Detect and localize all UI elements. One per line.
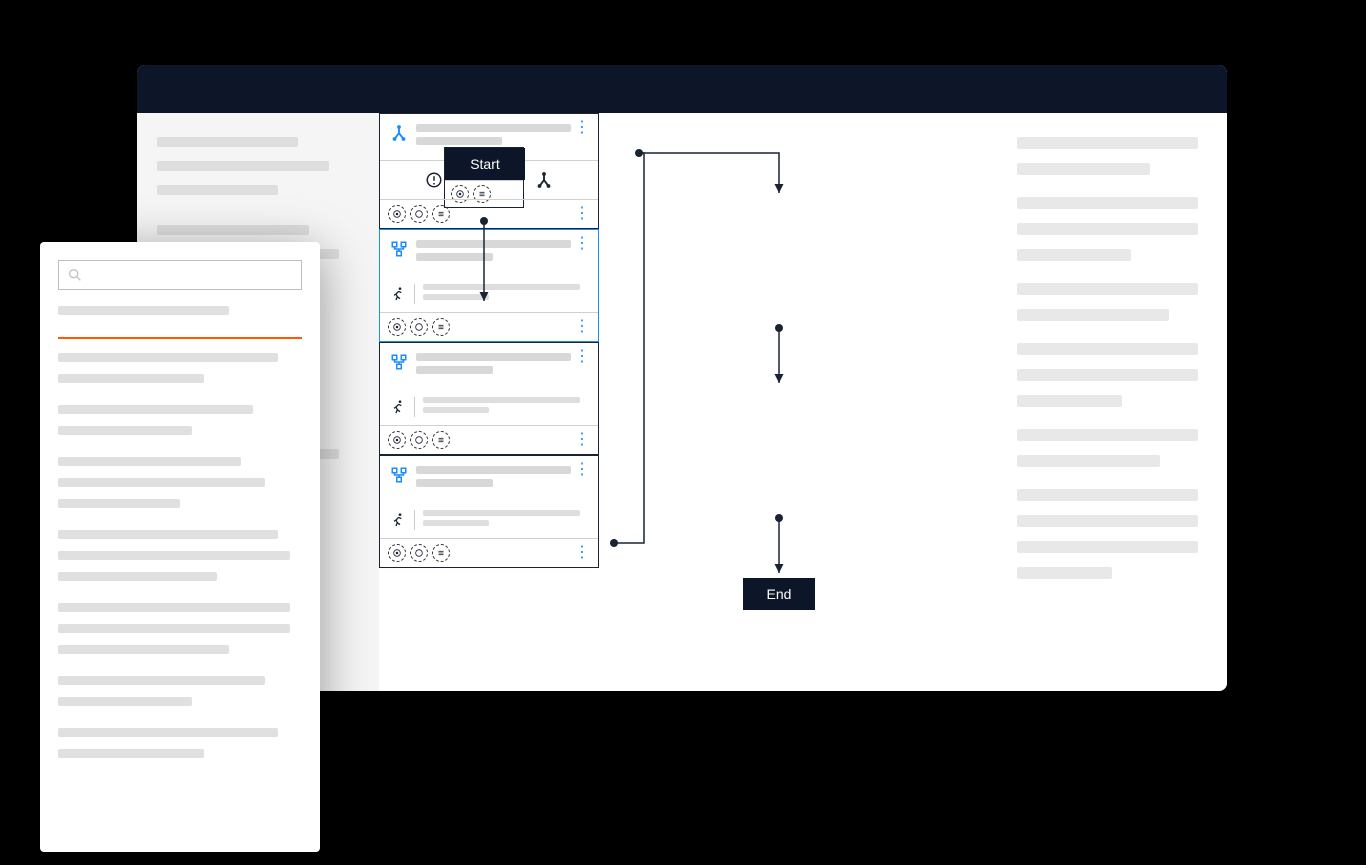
active-item[interactable] — [58, 306, 302, 339]
badge-icon — [388, 431, 406, 449]
list-item[interactable] — [58, 353, 278, 362]
badge-icon — [432, 205, 450, 223]
badge-icon — [410, 318, 428, 336]
list-item[interactable] — [58, 478, 265, 487]
task-node-selected[interactable]: ⋮ ⋮ — [379, 229, 599, 342]
window-titlebar — [137, 65, 1227, 113]
hierarchy-icon — [390, 466, 408, 484]
more-menu-icon[interactable]: ⋮ — [574, 323, 590, 331]
task-node[interactable]: ⋮ ⋮ — [379, 455, 599, 568]
list-item[interactable] — [58, 499, 180, 508]
badge-icon — [410, 544, 428, 562]
list-item[interactable] — [58, 676, 265, 685]
merge-icon — [390, 124, 408, 142]
task-detail-row — [380, 389, 598, 425]
list-item[interactable] — [58, 645, 229, 654]
hierarchy-icon — [390, 240, 408, 258]
task-detail-row — [380, 502, 598, 538]
warning-icon — [425, 171, 443, 189]
running-person-icon — [390, 512, 406, 528]
list-item[interactable] — [58, 624, 290, 633]
list-item[interactable] — [58, 530, 278, 539]
more-menu-icon[interactable]: ⋮ — [574, 210, 590, 218]
more-menu-icon[interactable]: ⋮ — [574, 549, 590, 557]
task-detail-row — [380, 276, 598, 312]
list-item[interactable] — [58, 728, 278, 737]
running-person-icon — [390, 399, 406, 415]
badge-icon — [388, 318, 406, 336]
merge-icon — [535, 171, 553, 189]
badge-icon — [388, 205, 406, 223]
end-node-label: End — [743, 578, 815, 610]
badge-icon — [410, 431, 428, 449]
badge-icon — [432, 318, 450, 336]
list-item[interactable] — [58, 374, 204, 383]
list-item[interactable] — [58, 572, 217, 581]
flow-canvas[interactable]: Start ⋮ — [379, 113, 997, 691]
list-item[interactable] — [58, 405, 253, 414]
badge-icon — [432, 544, 450, 562]
list-item[interactable] — [58, 697, 192, 706]
badge-icon — [432, 431, 450, 449]
hierarchy-icon — [390, 353, 408, 371]
list-item[interactable] — [58, 603, 290, 612]
task-node[interactable]: ⋮ ⋮ — [379, 342, 599, 455]
more-menu-icon[interactable]: ⋮ — [574, 466, 590, 474]
list-item[interactable] — [58, 749, 204, 758]
badge-icon — [410, 205, 428, 223]
list-item[interactable] — [58, 457, 241, 466]
search-input[interactable] — [58, 260, 302, 290]
right-sidebar — [997, 113, 1227, 691]
more-menu-icon[interactable]: ⋮ — [574, 240, 590, 248]
search-icon — [67, 267, 83, 283]
more-menu-icon[interactable]: ⋮ — [574, 353, 590, 361]
list-item[interactable] — [58, 426, 192, 435]
search-panel[interactable] — [40, 242, 320, 852]
running-person-icon — [390, 286, 406, 302]
list-item[interactable] — [58, 551, 290, 560]
badge-icon — [388, 544, 406, 562]
more-menu-icon[interactable]: ⋮ — [574, 436, 590, 444]
end-node[interactable]: End — [743, 578, 815, 610]
more-menu-icon[interactable]: ⋮ — [574, 124, 590, 132]
